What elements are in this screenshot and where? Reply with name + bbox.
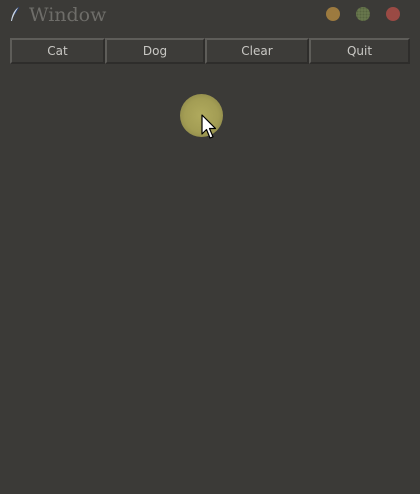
- maximize-button[interactable]: [356, 7, 370, 21]
- close-button[interactable]: [386, 7, 400, 21]
- feather-icon: [11, 6, 20, 21]
- cat-button[interactable]: Cat: [10, 38, 105, 64]
- dog-button[interactable]: Dog: [105, 38, 205, 64]
- clear-button[interactable]: Clear: [205, 38, 309, 64]
- toolbar: Cat Dog Clear Quit: [10, 38, 410, 64]
- arrow-cursor-icon: [201, 114, 217, 139]
- quit-button[interactable]: Quit: [309, 38, 410, 64]
- window-title: Window: [29, 4, 107, 26]
- title-bar[interactable]: Window: [0, 0, 420, 30]
- minimize-button[interactable]: [326, 7, 340, 21]
